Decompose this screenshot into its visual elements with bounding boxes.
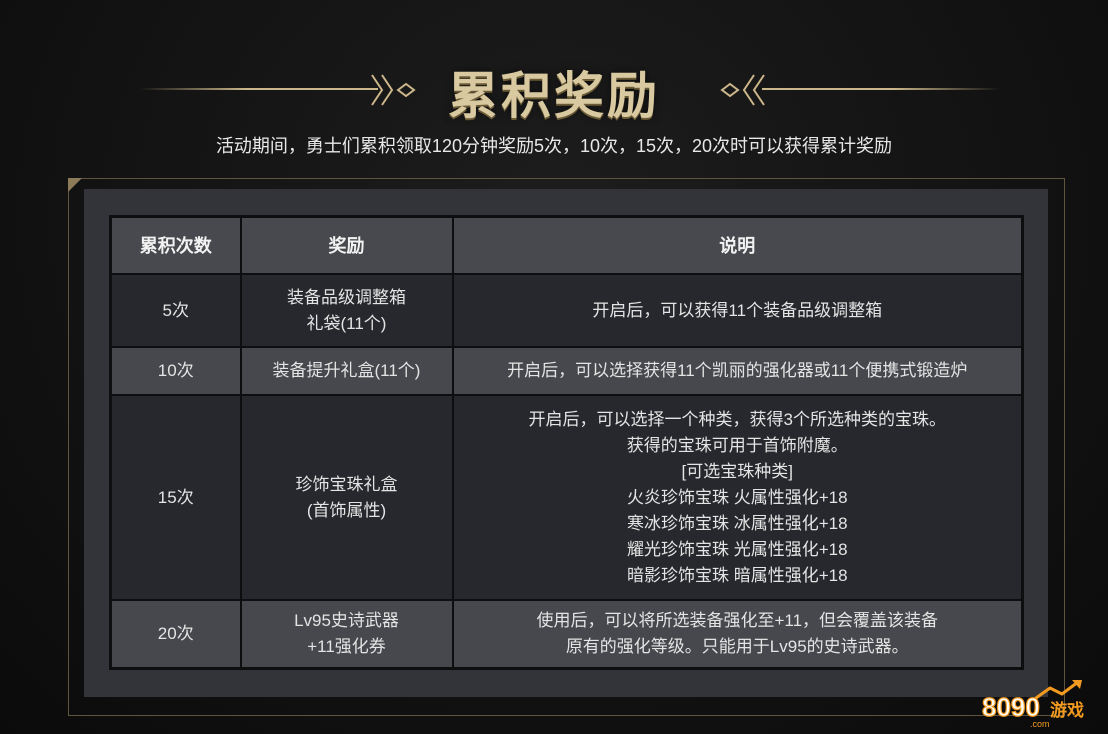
description-line: 开启后，可以选择一个种类，获得3个所选种类的宝珠。: [528, 409, 946, 429]
reward-line: 珍饰宝珠礼盒: [295, 474, 398, 494]
description-cell: 开启后，可以选择一个种类，获得3个所选种类的宝珠。 获得的宝珠可用于首饰附魔。 …: [451, 394, 1024, 601]
page-title: 累积奖励: [448, 68, 660, 124]
description-line: 使用后，可以将所选装备强化至+11，但会覆盖该装备: [536, 611, 939, 630]
header-line-right: [762, 88, 1000, 90]
description-line: 暗影珍饰宝珠 暗属性强化+18: [626, 565, 848, 585]
reward-line: Lv95史诗武器: [294, 611, 399, 630]
frame-corner-decoration: [68, 178, 82, 192]
site-logo: 8090 游戏 .com: [981, 680, 1084, 729]
reward-line: +11强化券: [307, 637, 386, 656]
description-line: 开启后，可以选择获得11个凯丽的强化器或11个便携式锻造炉: [507, 361, 968, 380]
reward-line: (首饰属性): [306, 500, 387, 520]
description-cell: 使用后，可以将所选装备强化至+11，但会覆盖该装备 原有的强化等级。只能用于Lv…: [451, 599, 1024, 670]
count-cell: 15次: [109, 394, 242, 601]
logo-number: 8090: [982, 692, 1040, 722]
table-row: 20次 Lv95史诗武器 +11强化券 使用后，可以将所选装备强化至+11，但会…: [109, 599, 1024, 670]
reward-line: 装备提升礼盒(11个): [272, 361, 421, 380]
reward-cell: 装备提升礼盒(11个): [239, 346, 454, 396]
description-line: 原有的强化等级。只能用于Lv95的史诗武器。: [565, 637, 909, 656]
rewards-table: 累积次数 奖励 说明 5次 装备品级调整箱 礼袋(11个) 开启后，可以获得11…: [109, 215, 1024, 670]
description-line: 火炎珍饰宝珠 火属性强化+18: [626, 487, 848, 507]
count-cell: 10次: [109, 346, 242, 396]
column-header-description: 说明: [451, 215, 1024, 275]
description-line: 寒冰珍饰宝珠 冰属性强化+18: [626, 513, 848, 533]
reward-line: 装备品级调整箱: [287, 287, 406, 307]
reward-line: 礼袋(11个): [306, 313, 387, 333]
count-cell: 20次: [109, 599, 242, 670]
table-row: 15次 珍饰宝珠礼盒 (首饰属性) 开启后，可以选择一个种类，获得3个所选种类的…: [109, 394, 1024, 601]
reward-cell: 珍饰宝珠礼盒 (首饰属性): [239, 394, 454, 601]
reward-cell: 装备品级调整箱 礼袋(11个): [239, 273, 454, 348]
table-row: 5次 装备品级调整箱 礼袋(11个) 开启后，可以获得11个装备品级调整箱: [109, 273, 1024, 348]
description-cell: 开启后，可以获得11个装备品级调整箱: [451, 273, 1024, 348]
description-cell: 开启后，可以选择获得11个凯丽的强化器或11个便携式锻造炉: [451, 346, 1024, 396]
description-line: [可选宝珠种类]: [681, 461, 793, 481]
count-cell: 5次: [109, 273, 242, 348]
logo-text: 游戏: [1050, 700, 1084, 721]
table-header-row: 累积次数 奖励 说明: [109, 215, 1024, 275]
logo-domain: .com: [1030, 719, 1050, 729]
reward-cell: Lv95史诗武器 +11强化券: [239, 599, 454, 670]
section-header: 累积奖励: [0, 56, 1108, 126]
column-header-count: 累积次数: [109, 215, 242, 275]
right-ornament-icon: [720, 74, 765, 106]
description-line: 开启后，可以获得11个装备品级调整箱: [592, 300, 883, 320]
page-subtitle: 活动期间，勇士们累积领取120分钟奖励5次，10次，15次，20次时可以获得累计…: [215, 136, 893, 156]
column-header-reward: 奖励: [239, 215, 454, 275]
description-line: 获得的宝珠可用于首饰附魔。: [626, 435, 848, 455]
table-row: 10次 装备提升礼盒(11个) 开启后，可以选择获得11个凯丽的强化器或11个便…: [109, 346, 1024, 396]
description-line: 耀光珍饰宝珠 光属性强化+18: [626, 539, 848, 559]
